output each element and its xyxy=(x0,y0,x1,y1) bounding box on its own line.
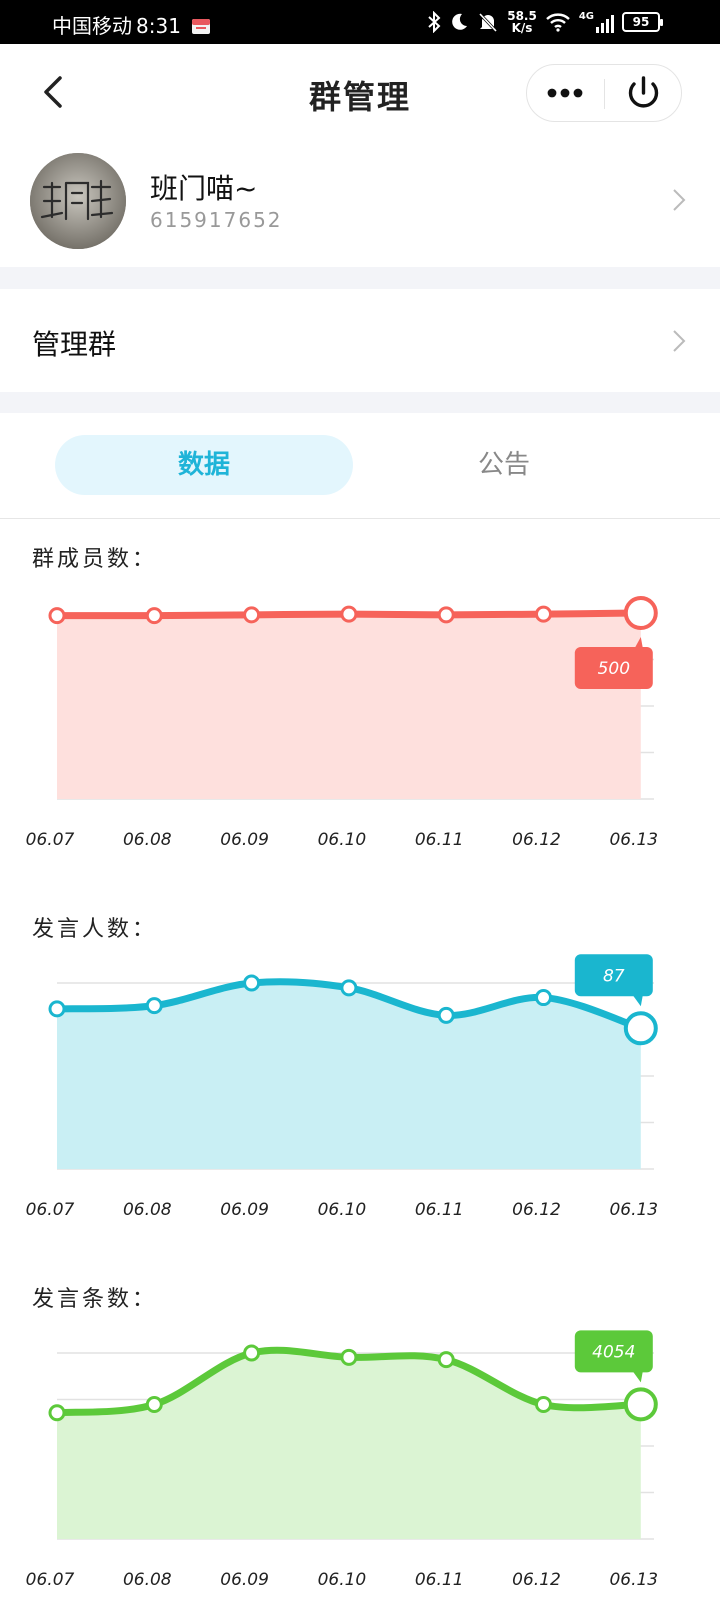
group-name: 班门喵~ xyxy=(150,172,258,205)
status-icons: 58.5 K/s 4G 95 xyxy=(427,8,663,36)
manage-group-label: 管理群 xyxy=(32,328,117,361)
highlight-point xyxy=(623,596,658,630)
x-tick-label: 06.11 xyxy=(415,1200,464,1220)
manage-group-row[interactable]: 管理群 xyxy=(0,289,720,392)
data-point xyxy=(145,997,163,1015)
data-point xyxy=(243,606,261,624)
x-tick-label: 06.12 xyxy=(512,1570,561,1590)
x-tick-label: 06.11 xyxy=(415,1570,464,1590)
x-tick-label: 06.07 xyxy=(26,830,75,850)
x-tick-label: 06.10 xyxy=(318,1200,367,1220)
mute-bell-icon xyxy=(479,12,498,33)
tab-notice[interactable]: 公告 xyxy=(355,435,653,495)
calendar-notification-icon xyxy=(192,19,211,34)
mini-program-capsule xyxy=(526,64,682,122)
x-tick-label: 06.12 xyxy=(512,1200,561,1220)
x-tick-label: 06.09 xyxy=(220,830,269,850)
status-bar: 中国移动 8:31 58.5 K/s 4G 95 xyxy=(0,0,720,44)
battery-icon: 95 xyxy=(622,12,663,32)
more-dots-icon[interactable] xyxy=(527,65,604,121)
data-point xyxy=(48,1000,66,1018)
network-speed-unit: K/s xyxy=(511,21,533,35)
chevron-right-icon xyxy=(673,330,686,352)
value-tag-label: 87 xyxy=(603,966,625,986)
clock: 8:31 xyxy=(136,14,181,38)
tab-bar: 数据 公告 xyxy=(0,413,720,519)
bluetooth-icon xyxy=(428,11,441,33)
x-tick-label: 06.08 xyxy=(123,1570,172,1590)
value-tag-label: 500 xyxy=(598,659,630,679)
data-point xyxy=(340,1348,358,1366)
nav-bar: 群管理 xyxy=(0,44,720,140)
group-avatar xyxy=(30,153,126,249)
x-tick-label: 06.11 xyxy=(415,830,464,850)
do-not-disturb-moon-icon xyxy=(452,13,468,30)
chart-plot: 87 06.07 06.08 06.09 06.10 06.11 06.12 06.13 xyxy=(26,954,658,1220)
data-point xyxy=(48,607,66,625)
power-icon[interactable] xyxy=(605,65,682,121)
chart-title: 发言人数： xyxy=(32,917,158,942)
group-id: 615917652 xyxy=(150,208,283,232)
value-tag-label: 4054 xyxy=(592,1342,635,1362)
x-tick-label: 06.13 xyxy=(609,1570,658,1590)
data-point xyxy=(340,979,358,997)
section-divider xyxy=(0,267,720,289)
x-tick-label: 06.08 xyxy=(123,830,172,850)
data-point xyxy=(535,605,552,623)
chart-title: 发言条数： xyxy=(32,1287,158,1312)
cellular-signal-icon: 4G xyxy=(579,11,614,33)
tab-data[interactable]: 数据 xyxy=(55,435,353,495)
carrier-and-time: 中国移动 8:31 xyxy=(52,10,211,39)
wifi-icon xyxy=(546,13,570,32)
handwritten-avatar-image xyxy=(30,153,126,249)
data-point xyxy=(437,606,455,624)
data-point xyxy=(243,974,261,992)
group-profile-row[interactable]: 班门喵~ 615917652 xyxy=(0,140,720,267)
chart-title: 群成员数： xyxy=(32,547,158,572)
x-tick-label: 06.13 xyxy=(609,830,658,850)
network-speed: 58.5 K/s xyxy=(507,10,537,34)
x-tick-label: 06.10 xyxy=(318,830,367,850)
member-count-chart: 群成员数： 500 06.07 06.08 06.09 06.10 06.11 06.12 0… xyxy=(0,541,720,911)
network-type: 4G xyxy=(578,11,594,22)
battery-level: 95 xyxy=(632,15,650,29)
data-point xyxy=(535,989,552,1007)
x-tick-label: 06.12 xyxy=(512,830,561,850)
x-tick-label: 06.07 xyxy=(26,1200,75,1220)
data-point xyxy=(145,607,163,625)
x-tick-label: 06.10 xyxy=(318,1570,367,1590)
data-point xyxy=(145,1395,163,1413)
value-tag: 87 xyxy=(574,954,653,1007)
data-point xyxy=(535,1395,552,1413)
x-tick-label: 06.09 xyxy=(220,1570,269,1590)
data-point xyxy=(48,1404,66,1422)
data-point xyxy=(437,1351,455,1369)
area-fill xyxy=(57,1350,641,1539)
highlight-point xyxy=(623,1011,658,1046)
x-tick-label: 06.08 xyxy=(123,1200,172,1220)
section-divider xyxy=(0,392,720,413)
chevron-right-icon xyxy=(673,189,686,211)
highlight-point xyxy=(623,1387,658,1422)
x-tick-label: 06.13 xyxy=(609,1200,658,1220)
chart-plot: 4054 06.07 06.08 06.09 06.10 06.11 06.12 06.13 xyxy=(26,1330,658,1590)
chart-plot: 500 06.07 06.08 06.09 06.10 06.11 06.12 06.13 xyxy=(26,596,658,850)
value-tag-pointer xyxy=(632,1371,643,1383)
carrier-label: 中国移动 xyxy=(52,14,132,38)
x-tick-label: 06.07 xyxy=(26,1570,75,1590)
data-point xyxy=(340,605,358,623)
x-tick-label: 06.09 xyxy=(220,1200,269,1220)
data-point xyxy=(243,1344,261,1362)
area-fill xyxy=(57,613,641,799)
data-point xyxy=(437,1006,455,1024)
value-tag: 4054 xyxy=(574,1330,653,1383)
value-tag-pointer xyxy=(632,995,643,1007)
message-count-chart: 发言条数： 4054 06.07 06.08 06.09 06.10 06.11 06.12… xyxy=(0,1281,720,1600)
speaker-count-chart: 发言人数： 87 06.07 06.08 06.09 06.10 06.11 06.12 06… xyxy=(0,911,720,1281)
